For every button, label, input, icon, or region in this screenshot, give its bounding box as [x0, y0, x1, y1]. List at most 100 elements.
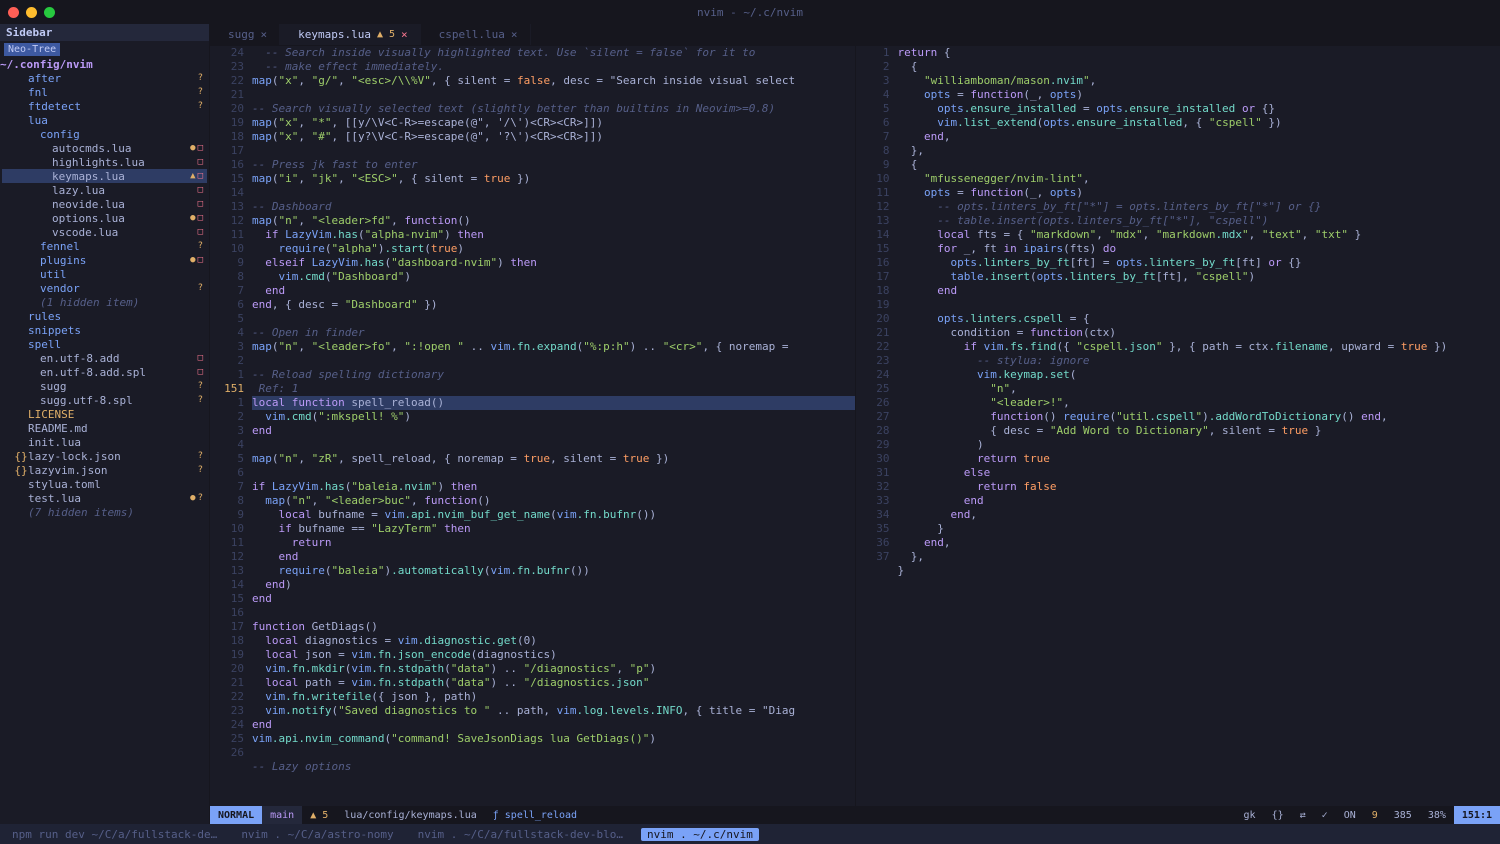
tree-item-label: rules	[28, 310, 203, 323]
minimize-window-button[interactable]	[26, 7, 37, 18]
tree-item[interactable]: options.lua●□	[2, 211, 207, 225]
gutter-right: 1234567891011121314151617181920212223242…	[856, 46, 898, 806]
tree-status: ?	[198, 73, 203, 83]
tree-status: □	[198, 353, 203, 363]
tree-item[interactable]: en.utf-8.add□	[2, 351, 207, 365]
tree-item-label: highlights.lua	[52, 156, 198, 169]
tree-item-label: ftdetect	[28, 100, 198, 113]
tree-item[interactable]: vscode.lua□	[2, 225, 207, 239]
sl-path: lua/config/keymaps.lua	[336, 806, 484, 824]
sl-on: ON	[1336, 806, 1364, 824]
tree-status: □	[198, 367, 203, 377]
maximize-window-button[interactable]	[44, 7, 55, 18]
tree-item[interactable]: sugg?	[2, 379, 207, 393]
tree-item-label: test.lua	[28, 492, 190, 505]
tree-item[interactable]: spell	[2, 337, 207, 351]
tree-item-label: neovide.lua	[52, 198, 198, 211]
sl-check: ✓	[1314, 806, 1336, 824]
editor-region: sugg×keymaps.lua▲ 5×cspell.lua× 24232221…	[210, 24, 1500, 824]
tree-item-label: fennel	[40, 240, 198, 253]
tree-item[interactable]: (7 hidden items)	[2, 505, 207, 519]
tree-item[interactable]: vendor?	[2, 281, 207, 295]
tree-item-label: stylua.toml	[28, 478, 203, 491]
tab-label: cspell.lua	[439, 28, 505, 41]
tree-item[interactable]: (1 hidden item)	[2, 295, 207, 309]
tmux-window[interactable]: nvim . ~/.c/nvim	[641, 828, 759, 841]
tree-item-label: lazyvim.json	[28, 464, 198, 477]
tree-item[interactable]: init.lua	[2, 435, 207, 449]
json-icon: {}	[14, 464, 28, 477]
tree-item[interactable]: sugg.utf-8.spl?	[2, 393, 207, 407]
tmux-window[interactable]: nvim . ~/C/a/astro-nomy	[235, 828, 399, 841]
tree-item[interactable]: plugins●□	[2, 253, 207, 267]
code-right[interactable]: return { { "williamboman/mason.nvim", op…	[898, 46, 1500, 806]
tree-item-label: lazy-lock.json	[28, 450, 198, 463]
main-area: Sidebar Neo-Tree ~/.config/nvim after? f…	[0, 24, 1500, 824]
tree-item[interactable]: {}lazy-lock.json?	[2, 449, 207, 463]
tree-item-label: LICENSE	[28, 408, 203, 421]
tree-item[interactable]: after?	[2, 71, 207, 85]
tree-status: ?	[198, 465, 203, 475]
tree-item-label: after	[28, 72, 198, 85]
tab-badge: ▲ 5	[377, 29, 395, 40]
tmux-window[interactable]: npm run dev ~/C/a/fullstack-de…	[6, 828, 223, 841]
neo-tree-row: Neo-Tree	[0, 41, 209, 57]
tree-item[interactable]: keymaps.lua▲□	[2, 169, 207, 183]
tree-item[interactable]: {}lazyvim.json?	[2, 463, 207, 477]
tree-item[interactable]: neovide.lua□	[2, 197, 207, 211]
tab[interactable]: sugg×	[210, 24, 280, 45]
tree-item-label: vscode.lua	[52, 226, 198, 239]
close-icon[interactable]: ×	[261, 28, 268, 41]
sl-braces: {}	[1264, 806, 1292, 824]
tree-status: □	[198, 157, 203, 167]
close-icon[interactable]: ×	[511, 28, 518, 41]
tree-item-label: lua	[28, 114, 203, 127]
tab[interactable]: keymaps.lua▲ 5×	[280, 24, 421, 45]
tree-item-label: sugg.utf-8.spl	[40, 394, 198, 407]
file-tree: after? fnl? ftdetect? lua configautocmds…	[0, 71, 209, 519]
tree-item[interactable]: config	[2, 127, 207, 141]
tree-item[interactable]: highlights.lua□	[2, 155, 207, 169]
window-title: nvim - ~/.c/nvim	[697, 6, 803, 19]
tree-status: ?	[198, 395, 203, 405]
tree-item[interactable]: stylua.toml	[2, 477, 207, 491]
tree-status: ●?	[190, 493, 203, 503]
json-icon: {}	[14, 450, 28, 463]
tree-item-label: (1 hidden item)	[40, 296, 203, 309]
close-icon[interactable]: ×	[401, 28, 408, 41]
tree-item[interactable]: README.md	[2, 421, 207, 435]
sl-branch: main	[262, 806, 302, 824]
tree-item[interactable]: test.lua●?	[2, 491, 207, 505]
close-window-button[interactable]	[8, 7, 19, 18]
tree-item-label: config	[40, 128, 203, 141]
tree-item[interactable]: lua	[2, 113, 207, 127]
tree-root[interactable]: ~/.config/nvim	[0, 57, 209, 71]
tree-item[interactable]: lazy.lua□	[2, 183, 207, 197]
tree-item-label: en.utf-8.add	[40, 352, 198, 365]
pane-left[interactable]: 2423222120191817161514131211109876543211…	[210, 46, 855, 806]
tree-status: □	[198, 199, 203, 209]
sl-pos: 151:1	[1454, 806, 1500, 824]
sl-shuffle: ⇄	[1292, 806, 1314, 824]
tree-status: ?	[198, 87, 203, 97]
tree-item[interactable]: ftdetect?	[2, 99, 207, 113]
sl-pct: 38%	[1420, 806, 1454, 824]
tree-item[interactable]: fennel?	[2, 239, 207, 253]
tree-status: ?	[198, 381, 203, 391]
tree-item-label: init.lua	[28, 436, 203, 449]
tree-item[interactable]: LICENSE	[2, 407, 207, 421]
pane-right[interactable]: 1234567891011121314151617181920212223242…	[855, 46, 1500, 806]
tree-status: ●□	[190, 255, 203, 265]
tree-item[interactable]: snippets	[2, 323, 207, 337]
tree-item[interactable]: autocmds.lua●□	[2, 141, 207, 155]
gutter-left: 2423222120191817161514131211109876543211…	[210, 46, 252, 806]
code-left[interactable]: -- Search inside visually highlighted te…	[252, 46, 855, 806]
tree-item[interactable]: rules	[2, 309, 207, 323]
tmux-window[interactable]: nvim . ~/C/a/fullstack-dev-blo…	[412, 828, 629, 841]
tree-item[interactable]: en.utf-8.add.spl□	[2, 365, 207, 379]
tree-item[interactable]: util	[2, 267, 207, 281]
tab[interactable]: cspell.lua ×	[421, 24, 531, 45]
tree-status: ●□	[190, 143, 203, 153]
tree-item[interactable]: fnl?	[2, 85, 207, 99]
tree-item-label: sugg	[40, 380, 198, 393]
